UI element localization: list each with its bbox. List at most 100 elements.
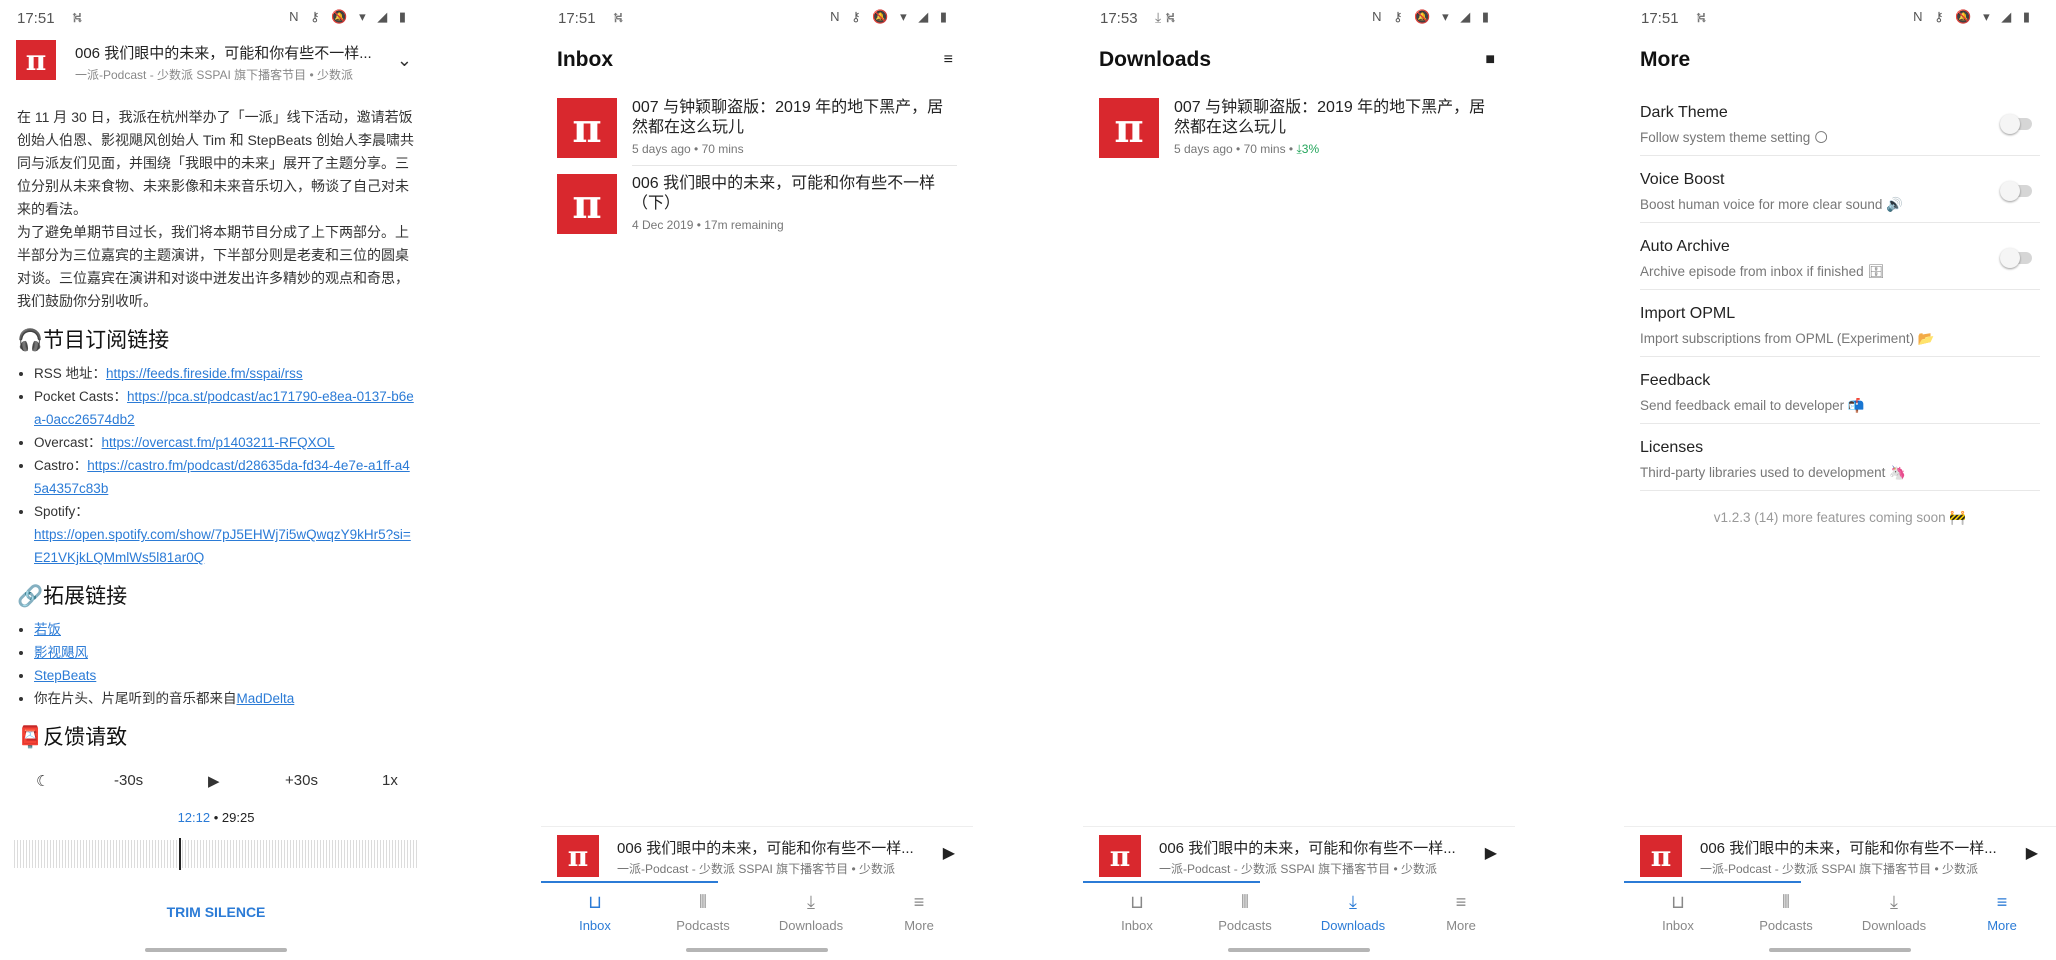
home-indicator[interactable] bbox=[145, 948, 287, 952]
downloads-screen: 17:53 ⤓ ⛕ N ⚷ 🔕 ▾ ◢ ▮ Downloads ■ π 007 … bbox=[1083, 0, 1515, 960]
episode-list-item[interactable]: π 006 我们眼中的未来，可能和你有些不一样（下） 4 Dec 2019 • … bbox=[557, 174, 957, 246]
bottom-nav: ⊔ Inbox ⦀ Podcasts ⤓ Downloads ≡ More bbox=[541, 882, 973, 944]
playhead[interactable] bbox=[179, 838, 181, 870]
setting-desc: Send feedback email to developer 📬 bbox=[1640, 398, 1865, 413]
tab-label: Podcasts bbox=[1218, 918, 1272, 933]
speed-button[interactable]: 1x bbox=[382, 772, 398, 789]
tab-more[interactable]: ≡ More bbox=[1948, 882, 2056, 933]
home-indicator[interactable] bbox=[1228, 948, 1370, 952]
subscribe-links-list: RSS 地址：https://feeds.fireside.fm/sspai/r… bbox=[17, 362, 417, 569]
maddelta-link[interactable]: MadDelta bbox=[237, 691, 295, 706]
episode-list-item[interactable]: π 007 与钟颖聊盗版：2019 年的地下黑产，居然都在这么玩儿 5 days… bbox=[1099, 98, 1499, 170]
mini-player[interactable]: π 006 我们眼中的未来，可能和你有些不一样... 一派-Podcast - … bbox=[1083, 826, 1515, 883]
bottom-nav: ⊔ Inbox ⦀ Podcasts ⤓ Downloads ≡ More bbox=[1083, 882, 1515, 944]
download-icon: ⤓ bbox=[1349, 892, 1357, 912]
section-heading-ext: 🔗拓展链接 bbox=[17, 585, 128, 608]
tab-downloads[interactable]: ⤓ Downloads bbox=[1840, 882, 1948, 933]
list-item: Spotify： https://open.spotify.com/show/7p… bbox=[34, 500, 417, 569]
rss-link[interactable]: https://feeds.fireside.fm/sspai/rss bbox=[106, 366, 303, 381]
tab-label: More bbox=[904, 918, 934, 933]
inbox-icon: ⊔ bbox=[587, 892, 603, 912]
status-bar: 17:51 ⛕ N ⚷ 🔕 ▾ ◢ ▮ bbox=[0, 0, 432, 38]
play-icon[interactable]: ▶ bbox=[943, 843, 955, 863]
mini-player-title: 006 我们眼中的未来，可能和你有些不一样... bbox=[617, 840, 914, 857]
divider bbox=[1640, 423, 2040, 424]
divider bbox=[1640, 222, 2040, 223]
menu-icon: ≡ bbox=[1996, 892, 2008, 912]
inbox-icon: ⊔ bbox=[1670, 892, 1686, 912]
page-title: Inbox bbox=[557, 48, 613, 71]
setting-title: Voice Boost bbox=[1640, 171, 1725, 188]
link-label: Pocket Casts： bbox=[34, 389, 128, 404]
ext-link-yingshi[interactable]: 影视飓风 bbox=[34, 645, 88, 660]
setting-desc: Third-party libraries used to developmen… bbox=[1640, 465, 1906, 480]
episode-title: 006 我们眼中的未来，可能和你有些不一样... bbox=[75, 45, 372, 62]
home-indicator[interactable] bbox=[1769, 948, 1911, 952]
castro-link[interactable]: https://castro.fm/podcast/d28635da-fd34-… bbox=[34, 458, 410, 496]
status-icons: N ⚷ 🔕 ▾ ◢ ▮ bbox=[1372, 9, 1493, 24]
voice-boost-toggle[interactable] bbox=[2000, 181, 2032, 201]
tab-inbox[interactable]: ⊔ Inbox bbox=[541, 882, 649, 933]
setting-desc: Follow system theme setting 🌕 bbox=[1640, 130, 1829, 145]
ext-link-stepbeats[interactable]: StepBeats bbox=[34, 668, 96, 683]
list-item: Pocket Casts：https://pca.st/podcast/ac17… bbox=[34, 385, 417, 431]
playlist-icon[interactable]: ≡ bbox=[944, 51, 953, 69]
setting-desc: Boost human voice for more clear sound 🔊 bbox=[1640, 197, 1903, 212]
walk-icon: ⛕ bbox=[1696, 9, 1707, 25]
setting-desc: Import subscriptions from OPML (Experime… bbox=[1640, 331, 1935, 346]
link-label: Spotify： bbox=[34, 504, 89, 519]
list-item: 你在片头、片尾听到的音乐都来自MadDelta bbox=[34, 687, 417, 710]
episode-list-item[interactable]: π 007 与钟颖聊盗版：2019 年的地下黑产，居然都在这么玩儿 5 days… bbox=[557, 98, 957, 170]
status-time: 17:51 bbox=[558, 10, 596, 27]
podcast-artwork: π bbox=[1099, 98, 1159, 158]
tab-podcasts[interactable]: ⦀ Podcasts bbox=[1732, 882, 1840, 933]
total-duration: 29:25 bbox=[221, 810, 255, 825]
status-icons: N ⚷ 🔕 ▾ ◢ ▮ bbox=[830, 9, 951, 24]
spotify-link[interactable]: https://open.spotify.com/show/7pJ5EHWj7i… bbox=[34, 527, 411, 565]
mini-player-subtitle: 一派-Podcast - 少数派 SSPAI 旗下播客节目 • 少数派 bbox=[1700, 862, 1979, 876]
play-icon[interactable]: ▶ bbox=[2026, 843, 2038, 863]
link-label: Overcast： bbox=[34, 435, 102, 450]
play-icon[interactable]: ▶ bbox=[1485, 843, 1497, 863]
tab-podcasts[interactable]: ⦀ Podcasts bbox=[1191, 882, 1299, 933]
episode-header[interactable]: π 006 我们眼中的未来，可能和你有些不一样... 一派-Podcast - … bbox=[16, 40, 416, 84]
dark-theme-toggle[interactable] bbox=[2000, 114, 2032, 134]
forward-button[interactable]: +30s bbox=[285, 772, 318, 789]
mini-player-title: 006 我们眼中的未来，可能和你有些不一样... bbox=[1159, 840, 1456, 857]
playback-controls: ☾ -30s ▶ +30s 1x bbox=[20, 770, 412, 798]
waveform-icon: ⦀ bbox=[1782, 892, 1790, 912]
waveform-scrubber[interactable] bbox=[14, 838, 418, 870]
overcast-link[interactable]: https://overcast.fm/p1403211-RFQXOL bbox=[102, 435, 335, 450]
divider bbox=[632, 165, 957, 166]
home-indicator[interactable] bbox=[686, 948, 828, 952]
mini-player[interactable]: π 006 我们眼中的未来，可能和你有些不一样... 一派-Podcast - … bbox=[1624, 826, 2056, 883]
show-notes: 在 11 月 30 日，我派在杭州举办了「一派」线下活动，邀请若饭创始人伯恩、影… bbox=[17, 106, 417, 759]
tab-inbox[interactable]: ⊔ Inbox bbox=[1624, 882, 1732, 933]
list-item: 影视飓风 bbox=[34, 641, 417, 664]
waveform-icon: ⦀ bbox=[1241, 892, 1249, 912]
tab-podcasts[interactable]: ⦀ Podcasts bbox=[649, 882, 757, 933]
tab-more[interactable]: ≡ More bbox=[865, 882, 973, 933]
tab-label: More bbox=[1446, 918, 1476, 933]
play-button[interactable]: ▶ bbox=[208, 772, 220, 790]
ext-link-ruofan[interactable]: 若饭 bbox=[34, 622, 61, 637]
time-separator: • bbox=[210, 810, 222, 825]
mini-player-subtitle: 一派-Podcast - 少数派 SSPAI 旗下播客节目 • 少数派 bbox=[617, 862, 896, 876]
status-time: 17:51 bbox=[17, 10, 55, 27]
tab-downloads[interactable]: ⤓ Downloads bbox=[757, 882, 865, 933]
tab-label: Inbox bbox=[579, 918, 611, 933]
rewind-button[interactable]: -30s bbox=[114, 772, 143, 789]
tab-inbox[interactable]: ⊔ Inbox bbox=[1083, 882, 1191, 933]
chevron-down-icon[interactable]: ⌄ bbox=[397, 50, 412, 71]
setting-title: Auto Archive bbox=[1640, 238, 1730, 255]
section-heading-subscribe: 🎧节目订阅链接 bbox=[17, 329, 170, 352]
tab-more[interactable]: ≡ More bbox=[1407, 882, 1515, 933]
menu-icon: ≡ bbox=[1455, 892, 1467, 912]
tab-downloads[interactable]: ⤓ Downloads bbox=[1299, 882, 1407, 933]
stop-icon[interactable]: ■ bbox=[1485, 51, 1495, 69]
auto-archive-toggle[interactable] bbox=[2000, 248, 2032, 268]
walk-icon: ⛕ bbox=[613, 9, 624, 25]
trim-silence-button[interactable]: TRIM SILENCE bbox=[0, 904, 432, 920]
sleep-timer-icon[interactable]: ☾ bbox=[36, 772, 49, 790]
mini-player[interactable]: π 006 我们眼中的未来，可能和你有些不一样... 一派-Podcast - … bbox=[541, 826, 973, 883]
